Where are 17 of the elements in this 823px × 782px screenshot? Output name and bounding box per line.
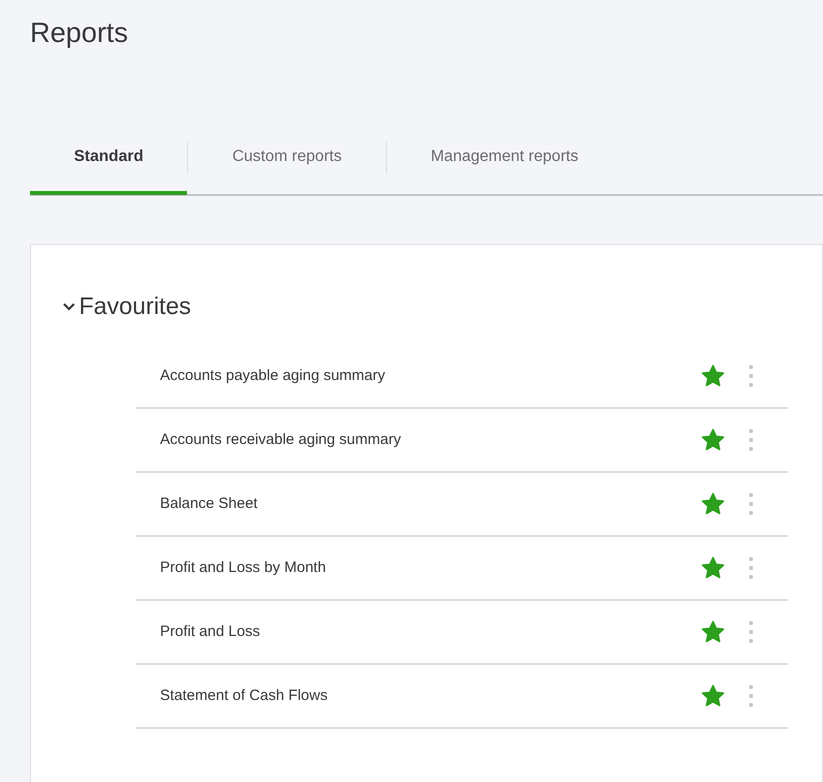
tab[interactable]: Management reports [386,123,622,195]
report-link[interactable]: Profit and Loss [160,620,700,644]
report-link[interactable]: Accounts receivable aging summary [160,428,700,452]
star-icon[interactable] [700,555,726,581]
report-link[interactable]: Profit and Loss by Month [160,556,700,580]
tab[interactable]: Standard [30,123,188,195]
report-link[interactable]: Accounts payable aging summary [160,364,700,388]
section-title: Favourites [79,292,192,322]
star-icon[interactable] [700,427,726,453]
star-icon[interactable] [700,363,726,389]
page-title: Reports [29,16,130,50]
tab[interactable]: Custom reports [188,123,386,195]
report-link[interactable]: Statement of Cash Flows [160,684,700,708]
star-icon[interactable] [700,491,726,517]
star-icon[interactable] [700,619,726,645]
star-icon[interactable] [700,683,726,709]
report-link[interactable]: Balance Sheet [160,492,700,516]
